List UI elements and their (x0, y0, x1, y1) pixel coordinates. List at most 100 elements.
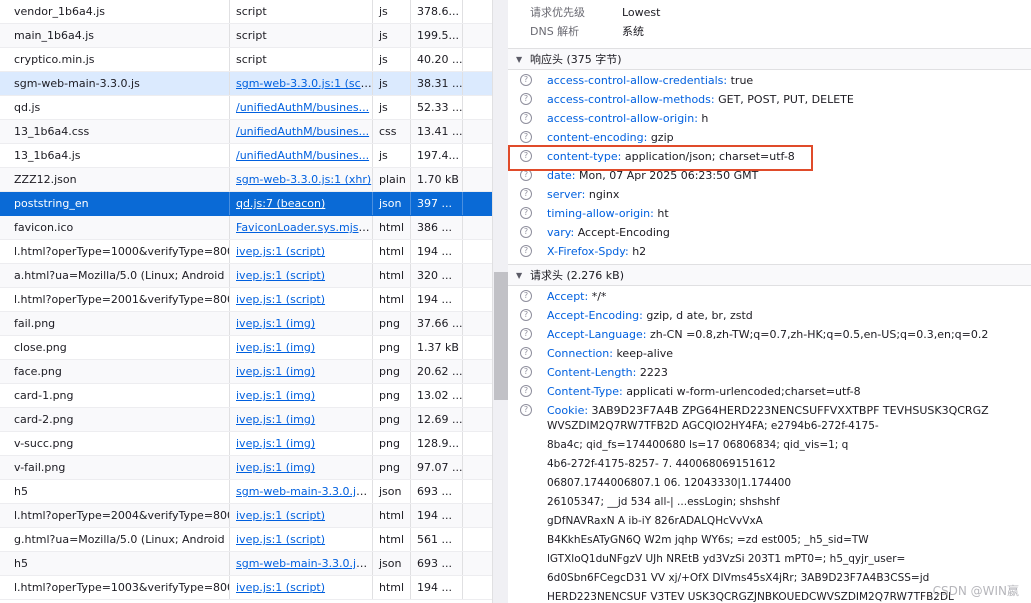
header-row[interactable]: ? timing-allow-origin: ht (508, 204, 1031, 223)
header-row[interactable]: ? access-control-allow-origin: h (508, 109, 1031, 128)
request-size: 693 ... (411, 552, 463, 575)
request-initiator[interactable]: FaviconLoader.sys.mjs:1... (230, 216, 373, 239)
request-initiator[interactable]: ivep.js:1 (script) (230, 264, 373, 287)
header-row[interactable]: ? Connection: keep-alive (508, 344, 1031, 363)
request-initiator[interactable]: sgm-web-main-3.3.0.js:... (230, 552, 373, 575)
request-size: 199.5... (411, 24, 463, 47)
request-size: 397 ... (411, 192, 463, 215)
request-row[interactable]: poststring_en qd.js:7 (beacon) json 397 ... (0, 192, 492, 216)
response-headers-title: 响应头 (375 字节) (530, 53, 622, 66)
help-icon[interactable]: ? (520, 328, 532, 340)
help-icon[interactable]: ? (520, 385, 532, 397)
request-row[interactable]: ZZZ12.json sgm-web-3.3.0.js:1 (xhr) plain 1… (0, 168, 492, 192)
request-row[interactable]: favicon.ico FaviconLoader.sys.mjs:1... htm… (0, 216, 492, 240)
request-initiator[interactable]: ivep.js:1 (script) (230, 504, 373, 527)
request-extra-column (463, 504, 492, 527)
request-row[interactable]: face.png ivep.js:1 (img) png 20.62 ... (0, 360, 492, 384)
request-initiator[interactable]: qd.js:7 (beacon) (230, 192, 373, 215)
request-initiator[interactable]: sgm-web-main-3.3.0.js:... (230, 480, 373, 503)
request-row[interactable]: card-2.png ivep.js:1 (img) png 12.69 ... (0, 408, 492, 432)
request-type: html (373, 504, 411, 527)
header-value: 2223 (639, 366, 668, 379)
help-icon[interactable]: ? (520, 131, 532, 143)
response-headers-section[interactable]: ▼ 响应头 (375 字节) (508, 48, 1031, 70)
request-initiator[interactable]: ivep.js:1 (img) (230, 312, 373, 335)
help-icon[interactable]: ? (520, 404, 532, 416)
request-type: json (373, 480, 411, 503)
collapse-triangle-icon[interactable]: ▼ (516, 49, 522, 71)
header-row[interactable]: ? Content-Length: 2223 (508, 363, 1031, 382)
request-initiator[interactable]: ivep.js:1 (script) (230, 288, 373, 311)
help-icon[interactable]: ? (520, 226, 532, 238)
header-row[interactable]: ? access-control-allow-methods: GET, POST… (508, 90, 1031, 109)
header-row[interactable]: ? X-Firefox-Spdy: h2 (508, 242, 1031, 261)
request-row[interactable]: h5 sgm-web-main-3.3.0.js:... json 693 ... (0, 480, 492, 504)
request-name: h5 (8, 552, 230, 575)
request-initiator[interactable]: ivep.js:1 (img) (230, 336, 373, 359)
request-list-scrollbar[interactable] (492, 0, 508, 603)
request-initiator[interactable]: ivep.js:1 (img) (230, 384, 373, 407)
header-name: Connection: keep-alive (547, 347, 674, 360)
request-row[interactable]: sgm-web-main-3.3.0.js sgm-web-3.3.0.js:1 … (0, 72, 492, 96)
request-row[interactable]: g.html?ua=Mozilla/5.0 (Linux; Android 10… (0, 528, 492, 552)
request-row[interactable]: card-1.png ivep.js:1 (img) png 13.02 ... (0, 384, 492, 408)
request-row[interactable]: l.html?operType=2001&verifyType=8000 ivep… (0, 288, 492, 312)
request-initiator[interactable]: /unifiedAuthM/busines... (230, 96, 373, 119)
header-name: X-Firefox-Spdy: h2 (547, 245, 647, 258)
request-row[interactable]: 13_1b6a4.css/unifiedAuthM/busines... css 1… (0, 120, 492, 144)
collapse-triangle-icon[interactable]: ▼ (516, 265, 522, 287)
request-row[interactable]: 13_1b6a4.js/unifiedAuthM/busines... js 197… (0, 144, 492, 168)
header-row[interactable]: ? Accept: */* (508, 287, 1031, 306)
help-icon[interactable]: ? (520, 309, 532, 321)
request-name: close.png (8, 336, 230, 359)
request-headers-section[interactable]: ▼ 请求头 (2.276 kB) (508, 264, 1031, 286)
request-size: 1.70 kB (411, 168, 463, 191)
request-initiator[interactable]: /unifiedAuthM/busines... (230, 144, 373, 167)
request-size: 97.07 ... (411, 456, 463, 479)
request-type: html (373, 528, 411, 551)
help-icon[interactable]: ? (520, 112, 532, 124)
request-name: g.html?ua=Mozilla/5.0 (Linux; Android 10 (8, 528, 230, 551)
request-initiator[interactable]: ivep.js:1 (script) (230, 240, 373, 263)
request-row[interactable]: vendor_1b6a4.js script js 378.6... (0, 0, 492, 24)
request-row[interactable]: main_1b6a4.js script js 199.5... (0, 24, 492, 48)
help-icon[interactable]: ? (520, 290, 532, 302)
header-row[interactable]: ? access-control-allow-credentials: true (508, 71, 1031, 90)
cookie-line: B4KkhEsATyGN6Q W2m jqhp WY6s; =zd est005… (547, 534, 869, 546)
help-icon[interactable]: ? (520, 74, 532, 86)
request-initiator[interactable]: ivep.js:1 (img) (230, 432, 373, 455)
request-initiator[interactable]: ivep.js:1 (img) (230, 456, 373, 479)
request-row[interactable]: l.html?operType=2004&verifyType=8000 ivep… (0, 504, 492, 528)
scrollbar-thumb[interactable] (494, 272, 508, 400)
request-row[interactable]: l.html?operType=1003&verifyType=8000 ivep… (0, 576, 492, 600)
request-initiator[interactable]: ivep.js:1 (img) (230, 360, 373, 383)
help-icon[interactable]: ? (520, 93, 532, 105)
request-row[interactable]: h5 sgm-web-main-3.3.0.js:... json 693 ... (0, 552, 492, 576)
request-row[interactable]: fail.png ivep.js:1 (img) png 37.66 ... (0, 312, 492, 336)
request-row[interactable]: close.png ivep.js:1 (img) png 1.37 kB (0, 336, 492, 360)
header-row[interactable]: ? Accept-Encoding: gzip, d ate, br, zstd (508, 306, 1031, 325)
request-row[interactable]: qd.js/unifiedAuthM/busines... js 52.33 ... (0, 96, 492, 120)
request-initiator[interactable]: ivep.js:1 (img) (230, 408, 373, 431)
request-row[interactable]: l.html?operType=1000&verifyType=8000 ivep… (0, 240, 492, 264)
header-row[interactable]: ? Accept-Language: zh-CN =0.8,zh-TW;q=0.7… (508, 325, 1031, 344)
request-initiator[interactable]: sgm-web-3.3.0.js:1 (scri... (230, 72, 373, 95)
header-row[interactable]: ? server: nginx (508, 185, 1031, 204)
header-row[interactable]: ? vary: Accept-Encoding (508, 223, 1031, 242)
help-icon[interactable]: ? (520, 347, 532, 359)
request-initiator[interactable]: /unifiedAuthM/busines... (230, 120, 373, 143)
request-initiator[interactable]: sgm-web-3.3.0.js:1 (xhr) (230, 168, 373, 191)
request-row[interactable]: a.html?ua=Mozilla/5.0 (Linux; Android 10… (0, 264, 492, 288)
request-row[interactable]: v-succ.png ivep.js:1 (img) png 128.9... (0, 432, 492, 456)
help-icon[interactable]: ? (520, 245, 532, 257)
request-initiator[interactable]: ivep.js:1 (script) (230, 528, 373, 551)
help-icon[interactable]: ? (520, 207, 532, 219)
request-extra-column (463, 456, 492, 479)
help-icon[interactable]: ? (520, 188, 532, 200)
request-row[interactable]: v-fail.png ivep.js:1 (img) png 97.07 ... (0, 456, 492, 480)
request-initiator[interactable]: ivep.js:1 (script) (230, 576, 373, 599)
request-size: 386 ... (411, 216, 463, 239)
help-icon[interactable]: ? (520, 366, 532, 378)
header-row[interactable]: ? Content-Type: applicati w-form-urlencod… (508, 382, 1031, 401)
request-row[interactable]: cryptico.min.js script js 40.20 ... (0, 48, 492, 72)
